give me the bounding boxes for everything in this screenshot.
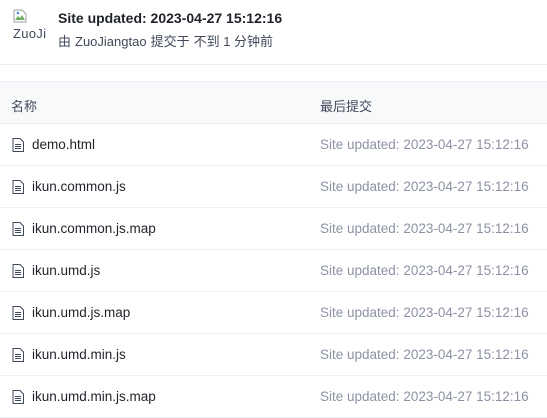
table-header: 名称 最后提交 [0, 82, 547, 124]
section-divider [0, 64, 547, 81]
commit-message-link[interactable]: Site updated: 2023-04-27 15:12:16 [320, 347, 529, 362]
file-name-link[interactable]: ikun.umd.js.map [32, 305, 130, 320]
column-header-last-commit: 最后提交 [320, 99, 373, 114]
table-row[interactable]: ikun.umd.min.js Site updated: 2023-04-27… [0, 334, 547, 376]
table-row[interactable]: ikun.umd.js Site updated: 2023-04-27 15:… [0, 250, 547, 292]
file-name-link[interactable]: ikun.umd.min.js.map [32, 389, 156, 404]
file-name-link[interactable]: ikun.common.js.map [32, 221, 156, 236]
avatar-alt-text: ZuoJi [13, 26, 47, 41]
file-name-link[interactable]: ikun.common.js [32, 179, 126, 194]
file-icon [12, 390, 24, 404]
table-row[interactable]: demo.html Site updated: 2023-04-27 15:12… [0, 124, 547, 166]
file-icon [12, 306, 24, 320]
file-table: 名称 最后提交 demo.html Site updated: 2023-04-… [0, 81, 547, 418]
file-name-link[interactable]: ikun.umd.js [32, 263, 100, 278]
commit-message-link[interactable]: Site updated: 2023-04-27 15:12:16 [320, 389, 529, 404]
file-icon [12, 348, 24, 362]
commit-message-link[interactable]: Site updated: 2023-04-27 15:12:16 [320, 137, 529, 152]
file-icon [12, 180, 24, 194]
commit-author[interactable]: ZuoJiangtao [75, 34, 147, 49]
commit-time: 不到 1 分钟前 [193, 34, 274, 49]
table-row[interactable]: ikun.common.js.map Site updated: 2023-04… [0, 208, 547, 250]
column-header-name: 名称 [11, 99, 38, 114]
file-icon [12, 222, 24, 236]
latest-commit-header: ZuoJi Site updated: 2023-04-27 15:12:16 … [0, 0, 547, 64]
table-row[interactable]: ikun.common.js Site updated: 2023-04-27 … [0, 166, 547, 208]
commit-meta: 由 ZuoJiangtao 提交于 不到 1 分钟前 [58, 31, 277, 50]
broken-image-icon [13, 9, 27, 23]
commit-title[interactable]: Site updated: 2023-04-27 15:12:16 [58, 10, 282, 26]
commit-message-link[interactable]: Site updated: 2023-04-27 15:12:16 [320, 179, 529, 194]
commit-message-link[interactable]: Site updated: 2023-04-27 15:12:16 [320, 263, 529, 278]
file-rows: demo.html Site updated: 2023-04-27 15:12… [0, 124, 547, 418]
commit-message-link[interactable]: Site updated: 2023-04-27 15:12:16 [320, 221, 529, 236]
commit-action-label: 提交于 [150, 34, 190, 49]
avatar[interactable]: ZuoJi [12, 9, 48, 45]
table-row[interactable]: ikun.umd.js.map Site updated: 2023-04-27… [0, 292, 547, 334]
file-icon [12, 138, 24, 152]
file-name-link[interactable]: demo.html [32, 137, 95, 152]
commit-message-link[interactable]: Site updated: 2023-04-27 15:12:16 [320, 305, 529, 320]
file-icon [12, 264, 24, 278]
commit-by-label: 由 [58, 34, 72, 49]
file-name-link[interactable]: ikun.umd.min.js [32, 347, 126, 362]
